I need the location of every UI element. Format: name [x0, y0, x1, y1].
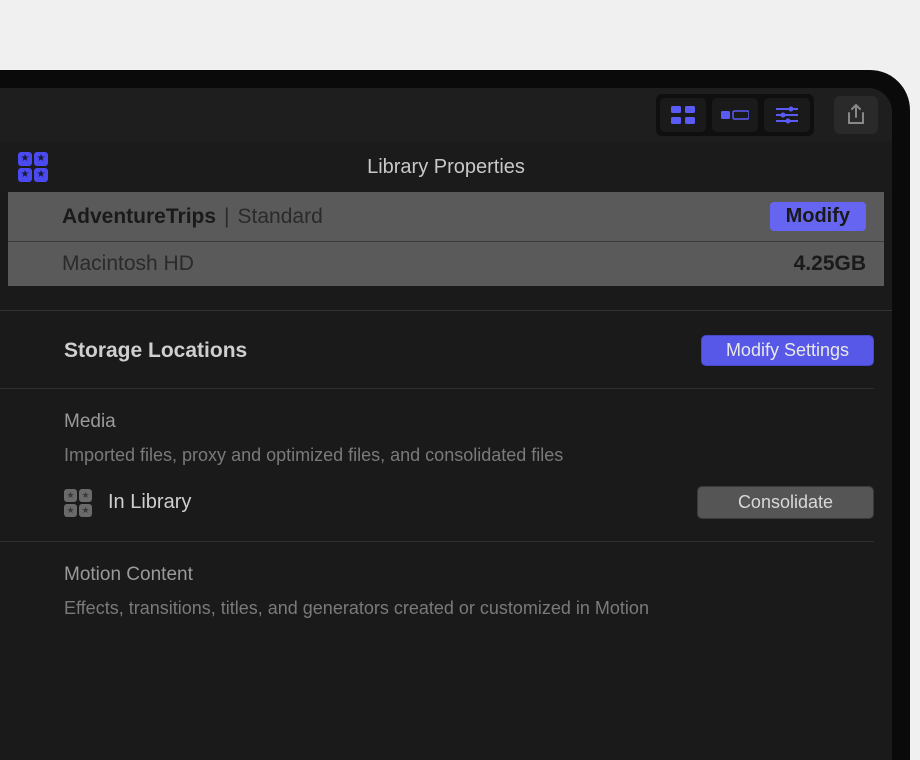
share-button[interactable] — [834, 96, 878, 134]
disk-name: Macintosh HD — [62, 252, 194, 276]
media-description: Imported files, proxy and optimized file… — [64, 443, 874, 468]
library-mode: Standard — [238, 205, 323, 229]
library-separator: | — [224, 205, 229, 229]
library-summary-box: AdventureTrips | Standard Modify Macinto… — [8, 192, 884, 286]
motion-title: Motion Content — [64, 564, 874, 586]
panel-title: Library Properties — [367, 156, 525, 179]
share-icon — [846, 103, 866, 127]
media-location-row: ★★ ★★ In Library Consolidate — [64, 486, 874, 519]
disk-size: 4.25GB — [794, 252, 866, 276]
storage-locations-title: Storage Locations — [64, 339, 247, 363]
library-name: AdventureTrips — [62, 205, 216, 229]
top-toolbar — [0, 88, 892, 142]
media-location-label: In Library — [108, 491, 191, 514]
app-screen: ★★ ★★ Library Properties AdventureTrips … — [0, 88, 892, 760]
storage-locations-section: Storage Locations Modify Settings Media … — [0, 311, 892, 661]
media-title: Media — [64, 411, 874, 433]
modify-settings-button[interactable]: Modify Settings — [701, 335, 874, 366]
clip-view-button[interactable] — [660, 98, 706, 132]
consolidate-button[interactable]: Consolidate — [697, 486, 874, 519]
motion-description: Effects, transitions, titles, and genera… — [64, 596, 874, 621]
storage-locations-header: Storage Locations Modify Settings — [64, 335, 874, 388]
modify-button[interactable]: Modify — [770, 202, 866, 231]
library-icon: ★★ ★★ — [18, 152, 48, 182]
grid-icon — [671, 106, 695, 124]
filmstrip-icon — [721, 108, 749, 122]
motion-subsection: Motion Content Effects, transitions, tit… — [64, 542, 874, 661]
library-icon: ★★ ★★ — [64, 489, 92, 517]
library-name-row: AdventureTrips | Standard Modify — [8, 192, 884, 241]
list-view-button[interactable] — [712, 98, 758, 132]
library-disk-row: Macintosh HD 4.25GB — [8, 241, 884, 286]
panel-header: ★★ ★★ Library Properties — [0, 142, 892, 192]
media-subsection: Media Imported files, proxy and optimize… — [64, 389, 874, 541]
device-frame: ★★ ★★ Library Properties AdventureTrips … — [0, 70, 910, 760]
sliders-icon — [776, 106, 798, 124]
inspector-view-button[interactable] — [764, 98, 810, 132]
view-switcher-group — [656, 94, 814, 136]
